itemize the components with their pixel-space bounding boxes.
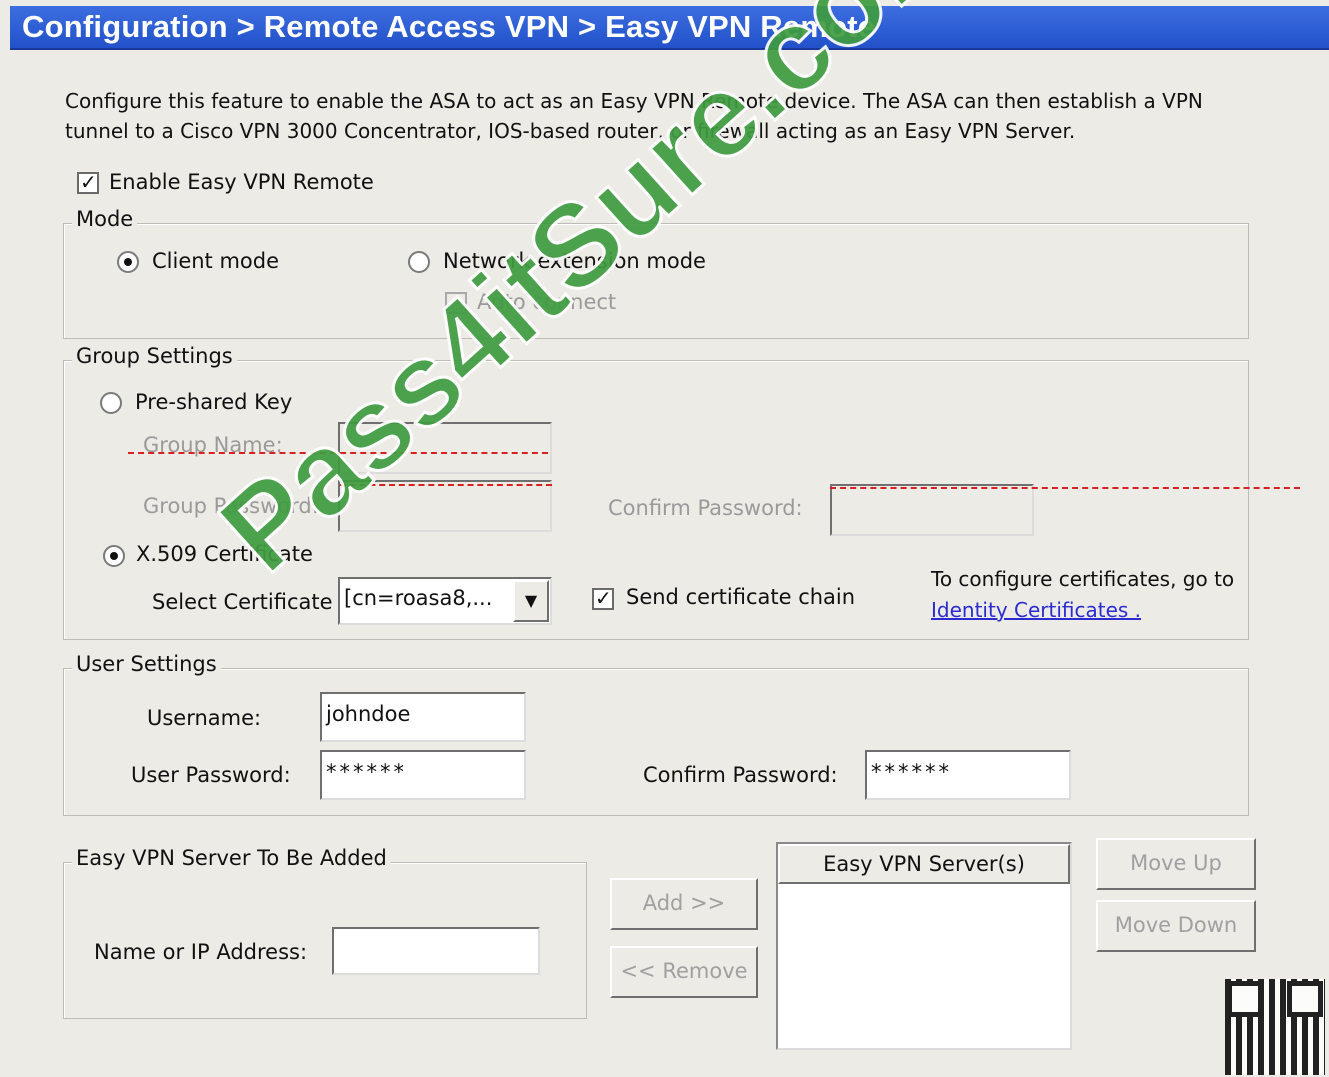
enable-easy-vpn-label: Enable Easy VPN Remote [109, 170, 374, 194]
auto-connect-checkbox[interactable] [445, 292, 467, 314]
group-name-field[interactable] [338, 422, 552, 474]
preshared-key-label: Pre-shared Key [135, 390, 293, 414]
name-or-ip-label: Name or IP Address: [94, 940, 308, 964]
confirm-group-password-label: Confirm Password: [608, 496, 803, 520]
name-or-ip-field[interactable] [332, 927, 540, 975]
confirm-user-password-field[interactable]: ****** [865, 750, 1071, 800]
username-field[interactable]: johndoe [320, 692, 526, 742]
confirm-user-password-label: Confirm Password: [643, 763, 838, 787]
group-password-label: Group Password: [143, 494, 319, 518]
confirm-group-password-field[interactable] [830, 484, 1034, 536]
mode-group: Mode [63, 207, 1249, 339]
enable-easy-vpn-checkbox[interactable] [77, 170, 99, 194]
easy-vpn-servers-header: Easy VPN Server(s) [778, 844, 1070, 884]
qr-code-image [1225, 979, 1325, 1075]
send-certificate-chain-checkbox[interactable] [592, 586, 614, 610]
username-label: Username: [147, 706, 262, 730]
client-mode-radio[interactable] [117, 251, 139, 273]
network-extension-mode-label: Network extension mode [443, 249, 706, 273]
annotation-line [128, 452, 548, 454]
title-bar: Configuration > Remote Access VPN > Easy… [10, 6, 1329, 50]
select-certificate-dropdown[interactable]: [cn=roasa8,... ▼ [338, 577, 552, 625]
x509-certificate-radio[interactable] [103, 545, 125, 567]
breadcrumb: Configuration > Remote Access VPN > Easy… [22, 9, 876, 44]
remove-button[interactable]: << Remove [610, 946, 758, 998]
annotation-line [340, 484, 552, 486]
user-settings-legend: User Settings [72, 652, 221, 676]
preshared-key-radio[interactable] [100, 392, 122, 414]
send-certificate-chain-label: Send certificate chain [626, 585, 856, 609]
x509-certificate-label: X.509 Certificate [136, 542, 313, 566]
select-certificate-label: Select Certificate [152, 590, 333, 614]
server-to-add-legend: Easy VPN Server To Be Added [72, 846, 391, 870]
add-button[interactable]: Add >> [610, 878, 758, 930]
user-password-label: User Password: [131, 763, 291, 787]
chevron-down-icon[interactable]: ▼ [513, 580, 549, 622]
network-extension-mode-radio[interactable] [408, 251, 430, 273]
select-certificate-value: [cn=roasa8,... [344, 586, 493, 610]
auto-connect-label: Auto connect [477, 290, 617, 314]
identity-certificates-link[interactable]: Identity Certificates . [931, 598, 1141, 622]
feature-description: Configure this feature to enable the ASA… [65, 89, 1203, 143]
certificates-hint-text: To configure certificates, go to [931, 567, 1235, 591]
user-settings-group: User Settings [63, 652, 1249, 816]
annotation-line [830, 487, 1300, 489]
mode-legend: Mode [72, 207, 138, 231]
user-password-field[interactable]: ****** [320, 750, 526, 800]
move-down-button[interactable]: Move Down [1096, 900, 1256, 952]
group-settings-legend: Group Settings [72, 344, 237, 368]
client-mode-label: Client mode [152, 249, 280, 273]
easy-vpn-servers-list[interactable]: Easy VPN Server(s) [776, 842, 1072, 1050]
move-up-button[interactable]: Move Up [1096, 838, 1256, 890]
group-password-field[interactable] [338, 480, 552, 532]
